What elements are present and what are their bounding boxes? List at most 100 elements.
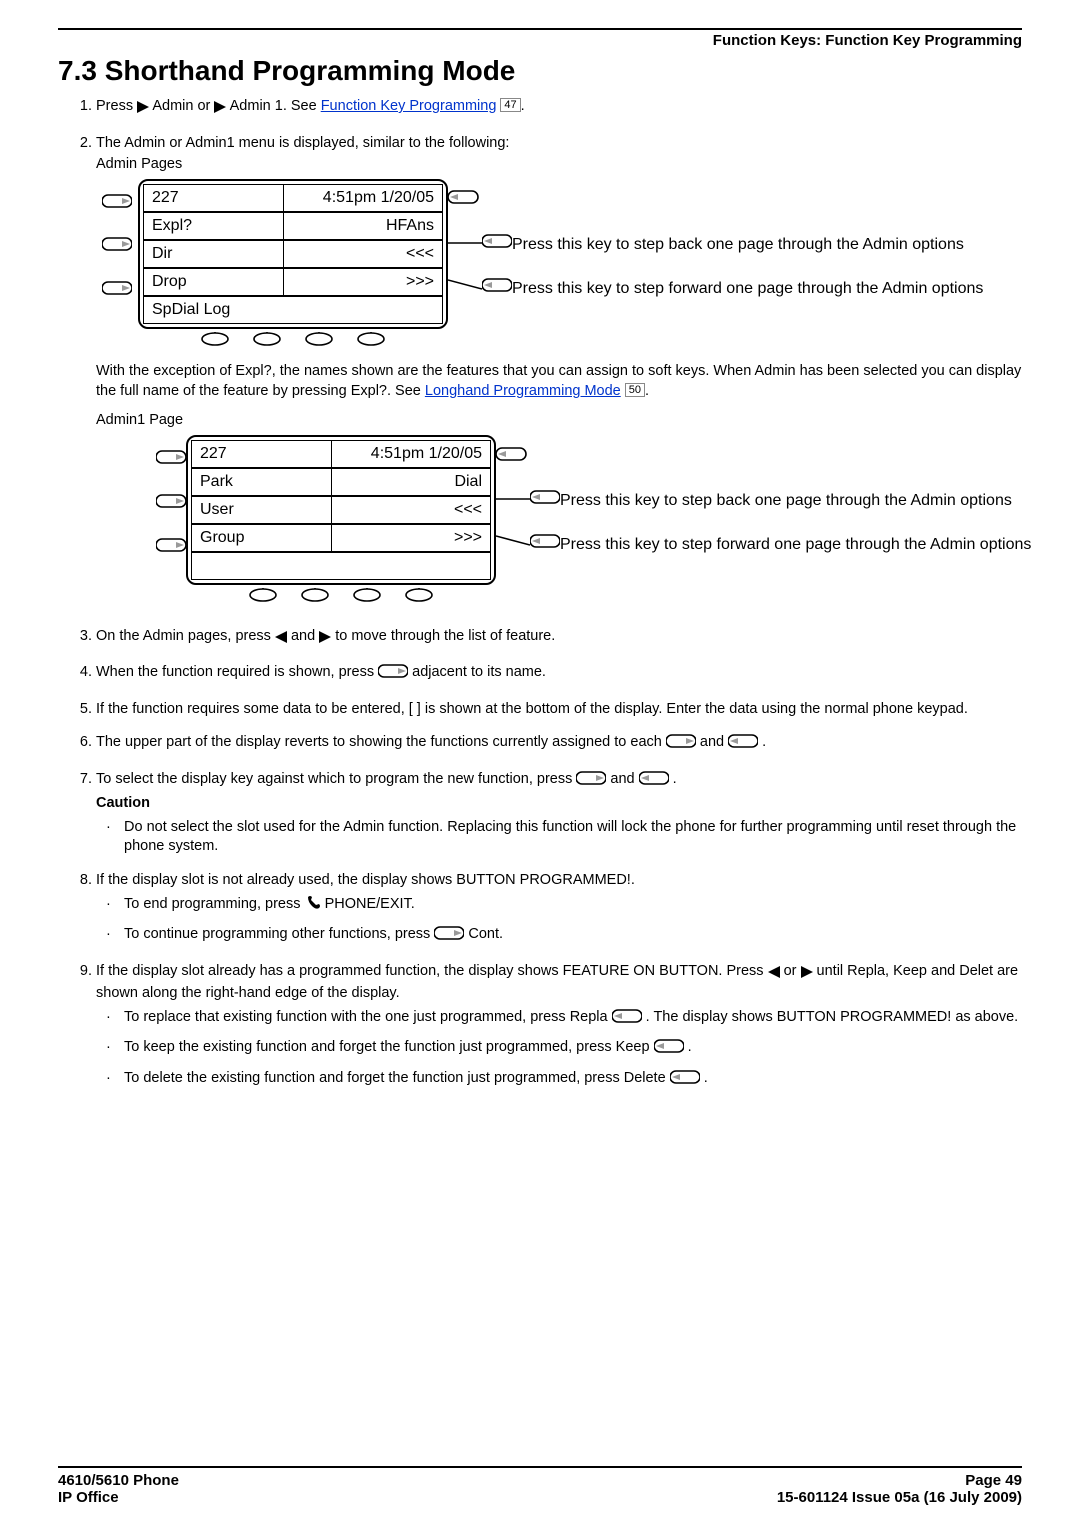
header-breadcrumb: Function Keys: Function Key Programming xyxy=(58,32,1022,49)
header-rule xyxy=(58,28,1022,30)
softkey-left-icon xyxy=(102,280,132,296)
softkey-left-icon xyxy=(654,1038,684,1061)
step6-pre: The upper part of the display reverts to… xyxy=(96,734,666,750)
step8-b1-post: PHONE/EXIT. xyxy=(325,896,415,912)
lcd-cell: Park xyxy=(191,468,331,496)
step-3: On the Admin pages, press and to move th… xyxy=(96,627,1022,650)
lcd-cell: 4:51pm 1/20/05 xyxy=(331,440,491,468)
link-function-key-programming[interactable]: Function Key Programming xyxy=(321,98,497,114)
softkey-left-icon xyxy=(612,1008,642,1031)
softkey-right-icon xyxy=(530,489,560,505)
figure-admin1-page: 227 4:51pm 1/20/05 Park Dial User <<< xyxy=(156,435,1022,613)
lcd-cell: 227 xyxy=(191,440,331,468)
softkey-right-icon xyxy=(576,770,606,793)
lcd-display: 227 4:51pm 1/20/05 Park Dial User <<< xyxy=(186,435,496,585)
step8-bullet-2: To continue programming other functions,… xyxy=(124,925,1022,948)
step3-mid: and xyxy=(291,628,319,644)
softkey-right-icon xyxy=(482,277,512,293)
step3-pre: On the Admin pages, press xyxy=(96,628,275,644)
step2-text: The Admin or Admin1 menu is displayed, s… xyxy=(96,135,509,151)
step9-pre: If the display slot already has a progra… xyxy=(96,963,768,979)
step9-b1-pre: To replace that existing function with t… xyxy=(124,1009,612,1025)
lcd-cell: Group xyxy=(191,524,331,552)
step8-bullet-1: To end programming, press PHONE/EXIT. xyxy=(124,895,1022,918)
play-icon xyxy=(214,100,226,120)
step7-bullet: Do not select the slot used for the Admi… xyxy=(124,818,1022,857)
softkey-left-icon xyxy=(156,537,186,553)
step8-b2-pre: To continue programming other functions,… xyxy=(124,926,434,942)
lcd-display: 227 4:51pm 1/20/05 Expl? HFAns Dir <<< xyxy=(138,179,448,329)
figure-annotation-back: Press this key to step back one page thr… xyxy=(512,223,983,267)
softkey-left-icon xyxy=(102,193,132,209)
lcd-cell: 4:51pm 1/20/05 xyxy=(283,184,443,212)
softkey-left-icon xyxy=(156,493,186,509)
after-fig1-paragraph: With the exception of Expl?, the names s… xyxy=(96,362,1022,401)
pageref-47: 47 xyxy=(500,98,520,112)
right-arrow-icon xyxy=(801,965,813,985)
step1-admin1: Admin 1. See xyxy=(230,98,321,114)
step4-pre: When the function required is shown, pre… xyxy=(96,664,378,680)
step-4: When the function required is shown, pre… xyxy=(96,663,1022,686)
lcd-cell: Expl? xyxy=(143,212,283,240)
steps-list: Press Admin or Admin 1. See Function Key… xyxy=(58,97,1022,1092)
left-arrow-icon xyxy=(275,630,287,650)
step8-b1-pre: To end programming, press xyxy=(124,896,305,912)
pageref-50: 50 xyxy=(625,383,645,397)
step9-mid: or xyxy=(784,963,801,979)
footer-right-1: Page 49 xyxy=(965,1472,1022,1489)
lcd-cell: Drop xyxy=(143,268,283,296)
step9-b3-pre: To delete the existing function and forg… xyxy=(124,1070,670,1086)
step1-post: . xyxy=(521,98,525,114)
step9-bullet-2: To keep the existing function and forget… xyxy=(124,1038,1022,1061)
softkey-left-icon xyxy=(156,449,186,465)
step1-admin: Admin or xyxy=(152,98,214,114)
step8-b2-post: Cont. xyxy=(468,926,503,942)
figure-annotation-forward: Press this key to step forward one page … xyxy=(512,266,983,310)
lcd-cell: SpDial Log xyxy=(143,296,443,324)
step-5: If the function requires some data to be… xyxy=(96,700,1022,720)
softkey-left-icon xyxy=(670,1069,700,1092)
page-title: 7.3 Shorthand Programming Mode xyxy=(58,55,1022,87)
play-icon xyxy=(137,100,149,120)
step7-post: . xyxy=(673,771,677,787)
bottom-softkeys xyxy=(186,585,496,613)
figure-annotation-back: Press this key to step back one page thr… xyxy=(560,479,1031,523)
step3-post: to move through the list of feature. xyxy=(335,628,555,644)
softkey-right-icon xyxy=(434,925,464,948)
phone-icon xyxy=(305,895,321,918)
step6-post: . xyxy=(762,734,766,750)
softkey-right-icon xyxy=(530,533,560,549)
caution-label: Caution xyxy=(96,795,150,811)
step6-mid: and xyxy=(700,734,728,750)
step-8: If the display slot is not already used,… xyxy=(96,871,1022,948)
right-arrow-icon xyxy=(319,630,331,650)
step9-b3-post: . xyxy=(704,1070,708,1086)
softkey-right-icon xyxy=(482,233,512,249)
lcd-cell: >>> xyxy=(283,268,443,296)
admin1-page-label: Admin1 Page xyxy=(96,411,1022,431)
lcd-cell: User xyxy=(191,496,331,524)
step-9: If the display slot already has a progra… xyxy=(96,962,1022,1092)
figure-annotation-forward: Press this key to step forward one page … xyxy=(560,523,1031,567)
step1-pre: Press xyxy=(96,98,137,114)
softkey-right-icon xyxy=(448,189,482,205)
lcd-cell: <<< xyxy=(283,240,443,268)
step9-b1-post: . The display shows BUTTON PROGRAMMED! a… xyxy=(646,1009,1019,1025)
lcd-cell xyxy=(191,552,491,580)
left-arrow-icon xyxy=(768,965,780,985)
step9-b2-pre: To keep the existing function and forget… xyxy=(124,1039,654,1055)
softkey-right-icon xyxy=(496,446,530,462)
softkey-left-icon xyxy=(102,236,132,252)
softkey-left-icon xyxy=(728,733,758,756)
step7-pre: To select the display key against which … xyxy=(96,771,576,787)
bottom-softkeys xyxy=(138,329,448,357)
link-longhand-programming-mode[interactable]: Longhand Programming Mode xyxy=(425,383,621,399)
page-footer: 4610/5610 Phone Page 49 IP Office 15-601… xyxy=(58,1466,1022,1506)
step-2: The Admin or Admin1 menu is displayed, s… xyxy=(96,134,1022,613)
softkey-left-icon xyxy=(639,770,669,793)
footer-right-2: 15-601124 Issue 05a (16 July 2009) xyxy=(777,1489,1022,1506)
step9-b2-post: . xyxy=(688,1039,692,1055)
softkey-right-icon xyxy=(666,733,696,756)
lcd-cell: HFAns xyxy=(283,212,443,240)
step-1: Press Admin or Admin 1. See Function Key… xyxy=(96,97,1022,120)
